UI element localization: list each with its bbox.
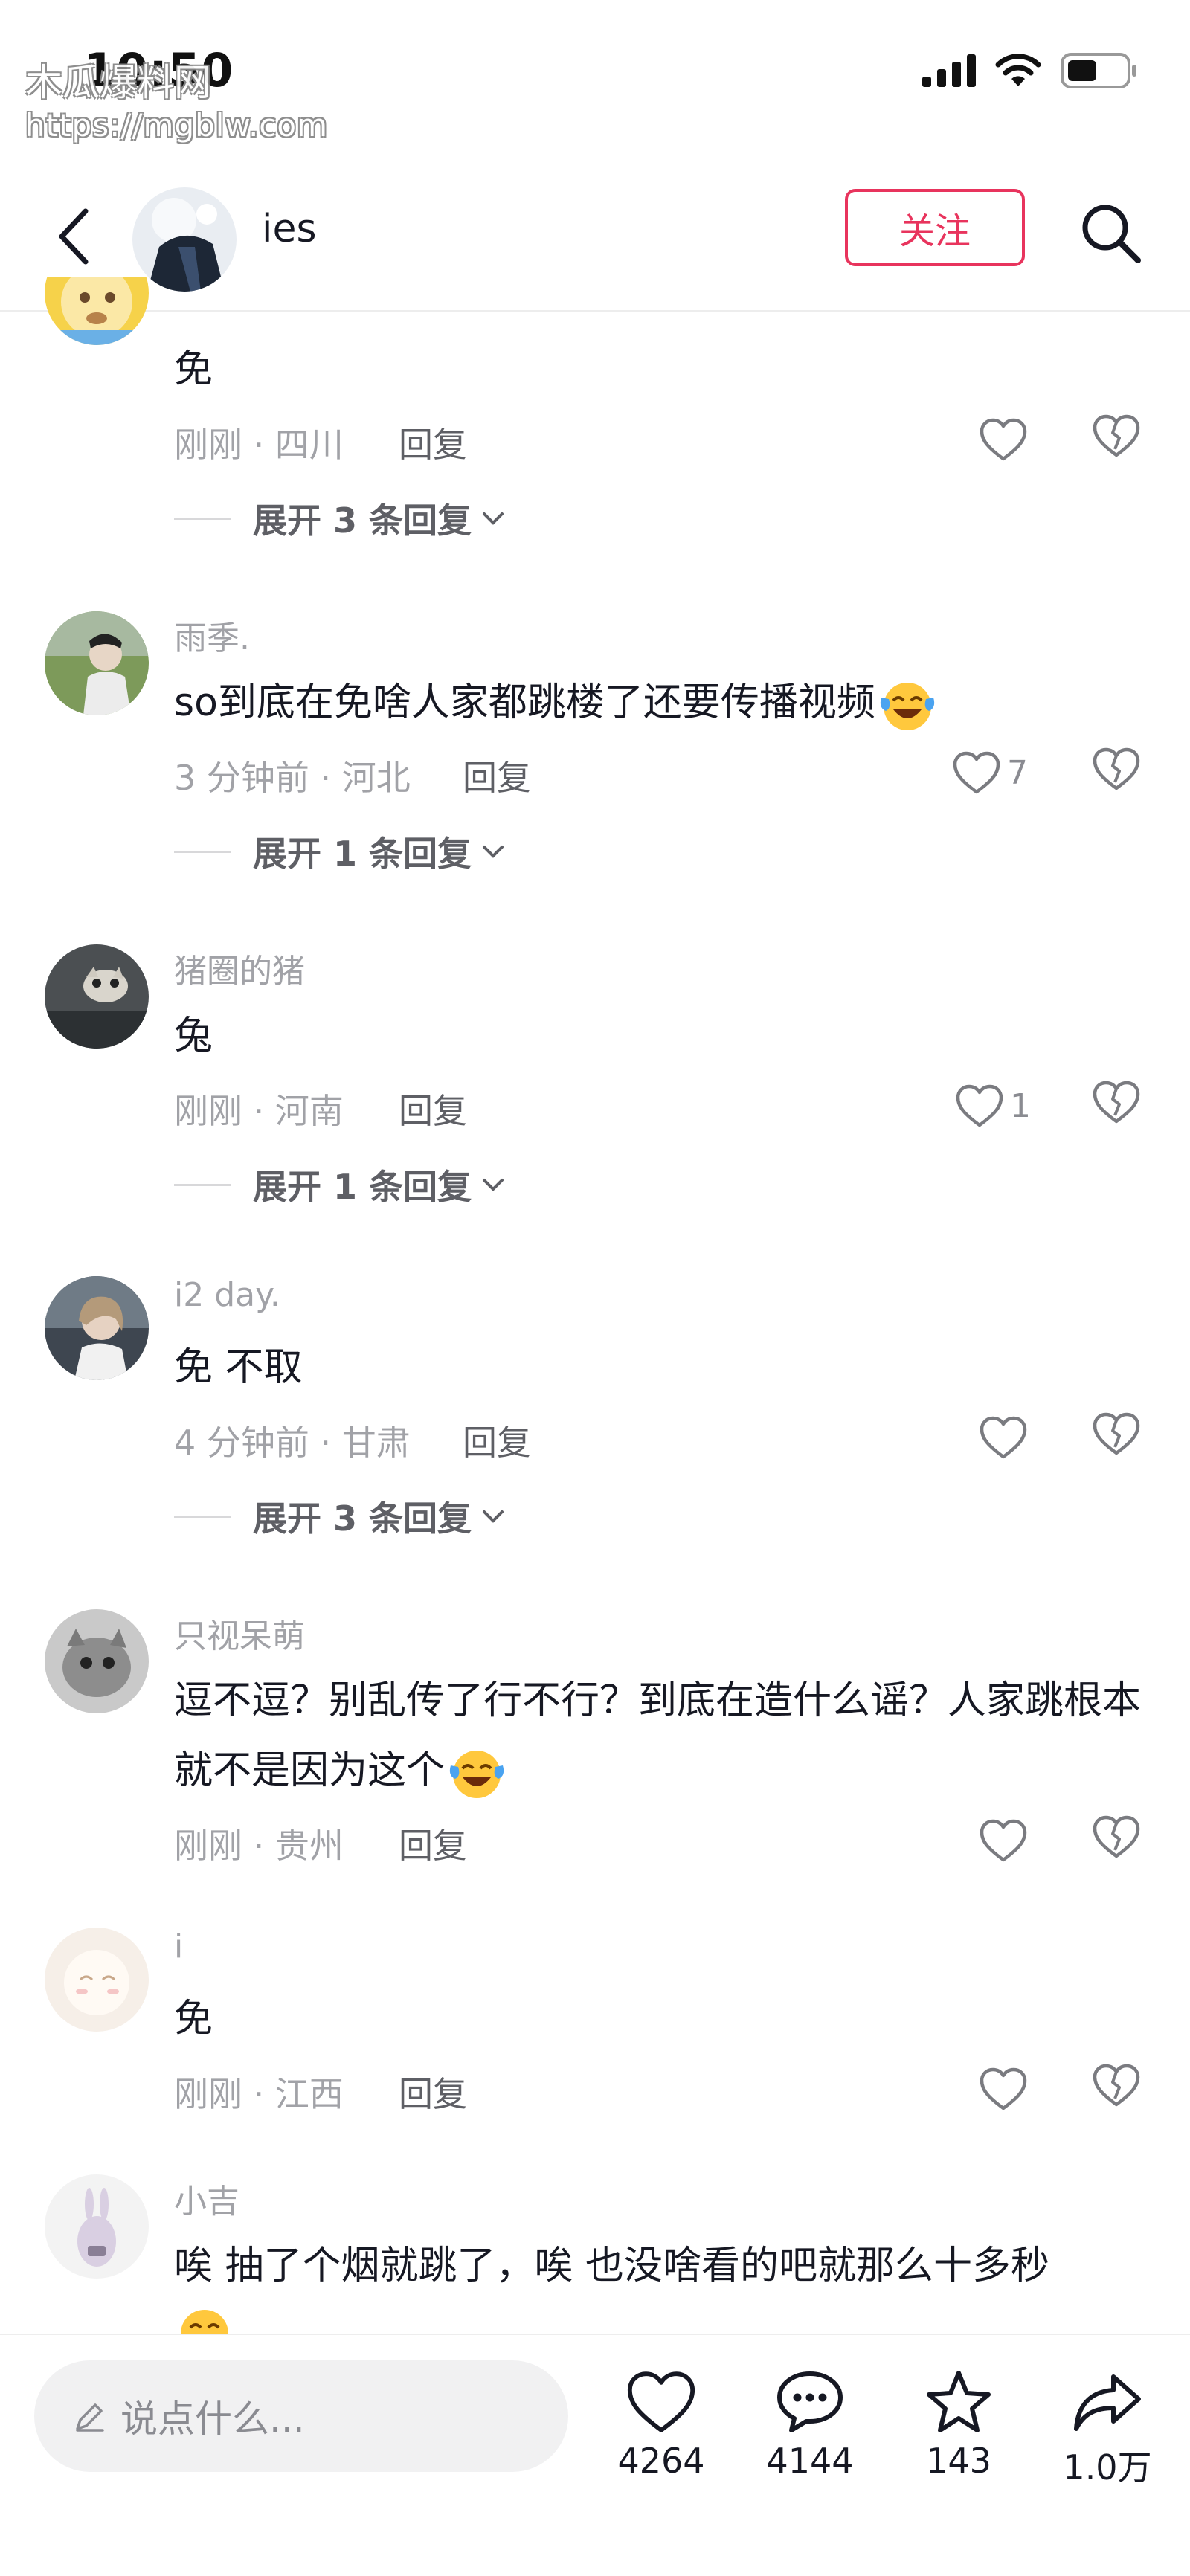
reply-button[interactable]: 回复 [463, 751, 531, 800]
profile-header: ies 关注 [0, 165, 1190, 312]
star-icon [927, 2371, 991, 2432]
comment-username[interactable]: 雨季. [174, 611, 250, 659]
comment-avatar[interactable] [45, 944, 149, 1049]
expand-replies[interactable]: 展开 3 条回复 [174, 494, 506, 543]
expand-replies[interactable]: 展开 1 条回复 [174, 1160, 506, 1209]
comment-avatar[interactable] [45, 1928, 149, 2032]
like-count: 1 [1010, 1086, 1031, 1125]
chevron-down-icon [483, 846, 504, 858]
profile-name[interactable]: ies [262, 207, 317, 251]
broken-heart-icon [1093, 1412, 1140, 1455]
comment-username[interactable]: 猪圈的猪 [174, 944, 305, 992]
comment-meta: 刚刚 · 贵州 [174, 1826, 344, 1866]
comment-count: 4144 [766, 2441, 854, 2481]
comment-meta: 4 分钟前 · 甘肃 [174, 1423, 411, 1463]
search-button[interactable] [1075, 198, 1147, 269]
comment-avatar[interactable] [45, 2174, 149, 2279]
comment-text: 唉 抽了个烟就跳了，唉 也没啥看的吧就那么十多秒 [174, 2244, 1050, 2288]
like-count: 7 [1007, 753, 1028, 792]
cellular-signal-icon [922, 54, 976, 87]
chevron-down-icon [483, 1179, 504, 1191]
pencil-icon [76, 2403, 104, 2432]
battery-icon [1061, 53, 1136, 88]
comment-meta: 刚刚 · 江西 [174, 2074, 344, 2114]
comment-input[interactable]: 说点什么... [34, 2360, 568, 2472]
comment-text: 免 不取 [174, 1345, 303, 1390]
expand-replies[interactable]: 展开 3 条回复 [174, 1492, 506, 1541]
like-button[interactable] [979, 1815, 1028, 1867]
heart-icon [953, 751, 1000, 794]
crying-laughing-emoji-icon [880, 683, 935, 730]
crying-laughing-emoji-icon [449, 1751, 504, 1798]
follow-button[interactable]: 关注 [845, 189, 1025, 266]
share-arrow-icon [1074, 2374, 1141, 2431]
comment-avatar[interactable] [45, 611, 149, 715]
dislike-button[interactable] [1092, 1815, 1144, 1867]
comment-text: 兔 [174, 1014, 213, 1058]
like-button[interactable] [979, 413, 1028, 466]
broken-heart-icon [1093, 747, 1140, 790]
heart-icon [980, 1819, 1027, 1862]
comment-username[interactable]: i2 day. [174, 1276, 280, 1314]
reply-button[interactable]: 回复 [463, 1416, 531, 1465]
like-button[interactable] [979, 2063, 1028, 2115]
dislike-button[interactable] [1092, 1411, 1144, 1464]
wifi-icon [995, 54, 1041, 86]
reply-button[interactable]: 回复 [399, 1084, 467, 1133]
comment-avatar[interactable] [45, 1609, 149, 1713]
chevron-down-icon [483, 1510, 504, 1523]
search-icon [1082, 205, 1141, 263]
heart-icon [980, 418, 1027, 461]
comment-action[interactable]: 4144 [747, 2365, 873, 2481]
heart-icon [980, 1416, 1027, 1459]
broken-heart-icon [1093, 2064, 1140, 2107]
chevron-down-icon [483, 512, 504, 525]
comment-avatar[interactable] [45, 1276, 149, 1380]
reply-button[interactable]: 回复 [399, 418, 467, 467]
heart-icon [956, 1084, 1003, 1127]
chat-bubble-icon [777, 2371, 843, 2432]
share-count: 1.0万 [1063, 2447, 1152, 2488]
like-count: 4264 [617, 2441, 705, 2481]
comment-text: 免 [174, 1997, 213, 2041]
status-bar: 10:50 木瓜爆料网 https://mgblw.com [0, 0, 1190, 149]
comment-meta: 刚刚 · 四川 [174, 425, 344, 465]
bottom-action-bar: 说点什么... 4264 4144 143 1.0万 [0, 2334, 1190, 2576]
like-button[interactable]: 7 [952, 747, 1028, 799]
heart-icon [627, 2371, 695, 2432]
comment-placeholder: 说点什么... [120, 2398, 305, 2441]
back-arrow-icon [59, 208, 89, 265]
watermark-url: https://mgblw.com [25, 107, 328, 144]
dislike-button[interactable] [1092, 747, 1144, 799]
status-icons [922, 52, 1138, 89]
dislike-button[interactable] [1092, 413, 1144, 466]
share-action[interactable]: 1.0万 [1044, 2365, 1171, 2490]
broken-heart-icon [1093, 1815, 1140, 1858]
like-button[interactable]: 1 [955, 1080, 1031, 1132]
watermark: 木瓜爆料网 https://mgblw.com [25, 61, 328, 147]
watermark-title: 木瓜爆料网 [25, 61, 211, 104]
comment-text: 免 [174, 347, 213, 392]
expand-replies[interactable]: 展开 1 条回复 [174, 827, 506, 876]
broken-heart-icon [1093, 1081, 1140, 1124]
back-button[interactable] [45, 199, 104, 274]
dislike-button[interactable] [1092, 2063, 1144, 2115]
comment-username[interactable]: 小吉 [174, 2174, 239, 2222]
favorite-count: 143 [926, 2441, 991, 2481]
comment-text: 逗不逗？别乱传了行不行？到底在造什么谣？人家跳根本就不是因为这个 [174, 1666, 1156, 1806]
comment-meta: 刚刚 · 河南 [174, 1091, 344, 1131]
comment-username[interactable]: i [174, 1928, 183, 1965]
comment-text: so到底在免啥人家都跳楼了还要传播视频 [174, 668, 1156, 738]
like-action[interactable]: 4264 [598, 2365, 724, 2481]
comment-username[interactable]: 只视呆萌 [174, 1609, 305, 1657]
dislike-button[interactable] [1092, 1080, 1144, 1132]
profile-avatar[interactable] [132, 187, 237, 292]
reply-button[interactable]: 回复 [399, 1819, 467, 1868]
favorite-action[interactable]: 143 [895, 2365, 1022, 2481]
comment-meta: 3 分钟前 · 河北 [174, 758, 411, 798]
like-button[interactable] [979, 1411, 1028, 1464]
broken-heart-icon [1093, 414, 1140, 457]
reply-button[interactable]: 回复 [399, 2067, 467, 2116]
heart-icon [980, 2067, 1027, 2110]
